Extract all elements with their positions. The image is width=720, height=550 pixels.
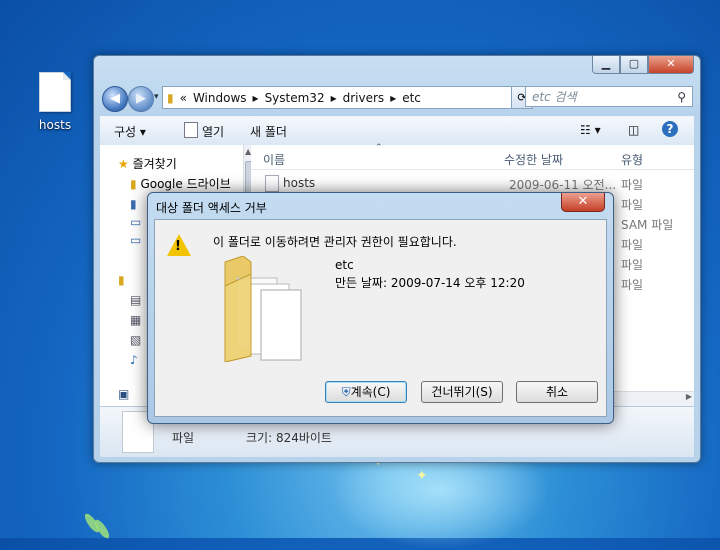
file-type: 파일 xyxy=(621,238,644,252)
breadcrumb-separator[interactable]: ▸ xyxy=(331,91,337,105)
folder-created-date: 만든 날짜: 2009-07-14 오후 12:20 xyxy=(335,276,525,290)
folder-icon: ▮ xyxy=(130,177,137,191)
open-icon xyxy=(184,122,198,138)
dialog-message: 이 폴더로 이동하려면 관리자 권한이 필요합니다. xyxy=(213,235,457,249)
breadcrumb-drivers[interactable]: drivers xyxy=(343,91,385,105)
file-icon xyxy=(39,72,71,112)
videos-icon[interactable]: ▦ xyxy=(130,313,141,327)
preview-pane-icon[interactable]: ◫ xyxy=(628,123,639,137)
computer-icon[interactable]: ▣ xyxy=(118,387,129,401)
access-denied-dialog: 대상 폴더 액세스 거부 ✕ ! 이 폴더로 이동하려면 관리자 권한이 필요합… xyxy=(147,192,614,424)
file-date: 2009-06-11 오전... xyxy=(509,178,617,192)
folder-icon xyxy=(224,256,302,362)
search-input[interactable]: etc 검색 ⚲ xyxy=(525,86,693,107)
desktop-icon-hosts[interactable]: hosts xyxy=(30,72,80,132)
dialog-body: ! 이 폴더로 이동하려면 관리자 권한이 필요합니다. etc 만든 날짜: … xyxy=(154,219,607,417)
favorites-label: 즐겨찾기 xyxy=(132,157,177,171)
breadcrumb-etc[interactable]: etc xyxy=(402,91,421,105)
command-bar: 구성 ▾ 열기 새 폴더 ☷ ▾ ◫ ? xyxy=(100,116,694,146)
file-type: 파일 xyxy=(621,278,644,292)
new-folder-button[interactable]: 새 폴더 xyxy=(250,123,287,140)
column-modified[interactable]: 수정한 날짜 xyxy=(504,151,563,168)
nav-recent-icon[interactable]: ▭ xyxy=(130,233,141,247)
column-headers: 이름 ⌃ 수정한 날짜 유형 xyxy=(251,143,694,170)
history-dropdown-icon[interactable]: ▾ xyxy=(154,92,159,102)
file-icon xyxy=(265,175,279,192)
star-icon: ★ xyxy=(118,157,129,171)
skip-button[interactable]: 건너뛰기(S) xyxy=(421,381,503,403)
sort-arrow-icon: ⌃ xyxy=(375,143,383,153)
address-bar[interactable]: ▮ « Windows ▸ System32 ▸ drivers ▸ etc xyxy=(162,86,513,109)
file-name: hosts xyxy=(283,176,316,190)
back-button[interactable]: ◀ xyxy=(102,86,128,112)
breadcrumb-separator[interactable]: ▸ xyxy=(390,91,396,105)
maximize-button[interactable]: ▢ xyxy=(620,56,648,74)
dialog-close-button[interactable]: ✕ xyxy=(561,193,605,212)
column-type[interactable]: 유형 xyxy=(621,151,643,168)
library-icon[interactable]: ▮ xyxy=(118,273,125,287)
navigation-bar: ◀ ▶ ▾ ▮ « Windows ▸ System32 ▸ drivers ▸… xyxy=(100,83,694,113)
help-icon[interactable]: ? xyxy=(662,121,678,137)
minimize-button[interactable]: ▁ xyxy=(592,56,620,74)
file-type: SAM 파일 xyxy=(621,218,674,232)
shield-icon: ⛨ xyxy=(341,385,351,399)
google-drive-item[interactable]: ▮ Google 드라이브 xyxy=(130,175,231,192)
favorites-item[interactable]: ★ 즐겨찾기 xyxy=(118,155,177,172)
nav-folder-icon[interactable]: ▮ xyxy=(130,197,137,211)
dialog-title: 대상 폴더 액세스 거부 xyxy=(156,201,267,215)
skip-label: 건너뛰기(S) xyxy=(431,385,493,399)
search-icon[interactable]: ⚲ xyxy=(677,87,686,108)
table-row[interactable]: hosts 2009-06-11 오전... 파일 xyxy=(251,173,694,193)
details-type: 파일 xyxy=(172,431,195,445)
continue-label: 계속(C) xyxy=(350,385,391,399)
scroll-right-arrow[interactable]: ▶ xyxy=(686,392,692,401)
folder-name: etc xyxy=(335,258,354,272)
file-type: 파일 xyxy=(621,178,644,192)
breadcrumb-system32[interactable]: System32 xyxy=(265,91,325,105)
pictures-icon[interactable]: ▧ xyxy=(130,333,141,347)
breadcrumb-windows[interactable]: Windows xyxy=(193,91,247,105)
column-name[interactable]: 이름 xyxy=(263,151,285,168)
nav-desktop-icon[interactable]: ▭ xyxy=(130,215,141,229)
documents-icon[interactable]: ▤ xyxy=(130,293,141,307)
window-caption-buttons: ▁ ▢ ✕ xyxy=(592,56,694,74)
warning-exclamation: ! xyxy=(175,239,181,254)
google-drive-label: Google 드라이브 xyxy=(140,177,231,191)
details-size: 크기: 824바이트 xyxy=(246,431,332,445)
view-options-icon[interactable]: ☷ ▾ xyxy=(580,123,601,137)
file-type: 파일 xyxy=(621,258,644,272)
forward-button[interactable]: ▶ xyxy=(128,86,154,112)
search-placeholder: etc 검색 xyxy=(532,90,577,104)
folder-icon: ▮ xyxy=(167,90,174,105)
address-overflow[interactable]: « xyxy=(180,91,187,105)
continue-button[interactable]: ⛨계속(C) xyxy=(325,381,407,403)
music-icon[interactable]: ♪ xyxy=(130,353,138,367)
wallpaper-flower: ✦ xyxy=(416,468,428,484)
cancel-label: 취소 xyxy=(545,385,569,399)
open-button[interactable]: 열기 xyxy=(202,123,224,140)
close-button[interactable]: ✕ xyxy=(648,56,694,74)
file-type: 파일 xyxy=(621,198,644,212)
cancel-button[interactable]: 취소 xyxy=(516,381,598,403)
breadcrumb-separator[interactable]: ▸ xyxy=(253,91,259,105)
organize-menu[interactable]: 구성 ▾ xyxy=(114,123,146,140)
desktop-icon-label: hosts xyxy=(38,118,72,132)
